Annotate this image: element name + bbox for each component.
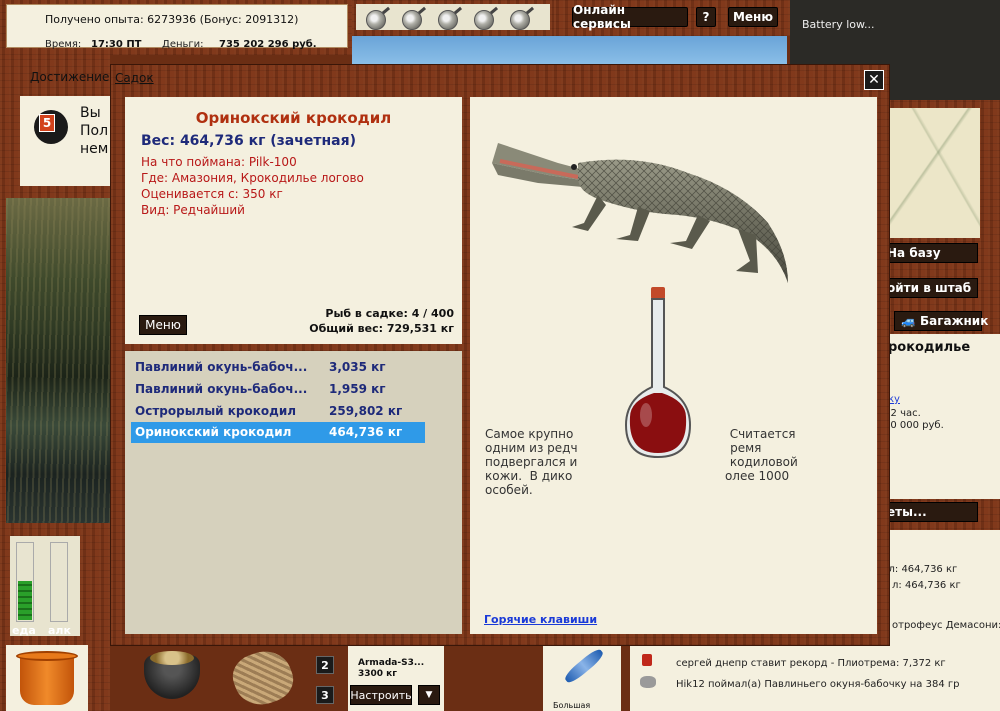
fish-info-panel: Оринокский крокодил Вес: 464,736 кг (зач… bbox=[125, 97, 462, 344]
keepnet-bucket-icon[interactable] bbox=[6, 645, 88, 711]
car-icon: 🚙 bbox=[901, 314, 916, 328]
list-item-name: Оринокский крокодил bbox=[135, 425, 292, 439]
rod-slot: Armada-S3... 3300 кг Настроить ▼ bbox=[348, 646, 444, 711]
location-info-panel: рокодилье ку : 2 час. 50 000 руб. 7 bbox=[880, 334, 1000, 499]
list-item-name: Павлиний окунь-бабоч... bbox=[135, 360, 308, 374]
location-title: рокодилье bbox=[888, 340, 971, 355]
news-text: Вы Пол нем bbox=[80, 104, 108, 158]
list-item[interactable]: Павлиний окунь-бабоч... 3,035 кг bbox=[131, 357, 425, 378]
keepnet-dialog: Садок ✕ Оринокский крокодил Вес: 464,736… bbox=[110, 64, 890, 646]
list-item-name: Павлиний окунь-бабоч... bbox=[135, 382, 308, 396]
bait-slot-icon[interactable] bbox=[438, 10, 458, 30]
experience-text: Получено опыта: 6273936 (Бонус: 2091312) bbox=[45, 13, 299, 26]
fish-count: Рыб в садке: 4 / 400 bbox=[325, 307, 454, 320]
news-card: 5 Вы Пол нем bbox=[20, 96, 112, 186]
lure-icon bbox=[562, 646, 606, 686]
groundbait-bag-icon[interactable] bbox=[226, 643, 300, 711]
rod-name: Armada-S3... bbox=[358, 658, 425, 668]
list-item-weight: 3,035 кг bbox=[329, 360, 386, 374]
fish-icon bbox=[640, 676, 656, 688]
list-item-selected[interactable]: Оринокский крокодил 464,736 кг bbox=[131, 422, 425, 443]
location-detail: 50 000 руб. bbox=[884, 420, 944, 431]
list-item[interactable]: Павлиний окунь-бабоч... 1,959 кг bbox=[131, 379, 425, 400]
description-line: одним из редч ремя bbox=[485, 441, 762, 455]
bait-slot-icon[interactable] bbox=[366, 10, 386, 30]
dialog-title: Садок bbox=[115, 71, 154, 85]
list-item-weight: 1,959 кг bbox=[329, 382, 386, 396]
food-pot-icon[interactable] bbox=[140, 645, 204, 703]
player-status-panel: Получено опыта: 6273936 (Бонус: 2091312)… bbox=[0, 0, 352, 55]
description-line: особей. bbox=[485, 483, 533, 497]
bait-slot-icon[interactable] bbox=[474, 10, 494, 30]
list-item-weight: 259,802 кг bbox=[329, 404, 403, 418]
player-meters: еда алк bbox=[10, 536, 80, 637]
description-line: кожи. В дико олее 1000 bbox=[485, 469, 790, 483]
bait-slot-icon[interactable] bbox=[510, 10, 530, 30]
alcohol-meter bbox=[50, 542, 68, 622]
slot-number-2[interactable]: 2 bbox=[316, 656, 334, 674]
news-line: Пол bbox=[80, 123, 109, 139]
close-icon[interactable]: ✕ bbox=[864, 70, 884, 90]
top-menu-bar: Онлайн сервисы ? Меню bbox=[554, 0, 790, 36]
fish-weight: Вес: 464,736 кг (зачетная) bbox=[141, 133, 356, 149]
money-value: 735 202 296 руб. bbox=[219, 39, 317, 50]
trunk-button[interactable]: 🚙 Багажник bbox=[894, 311, 988, 331]
lure-slot[interactable]: Большая bbox=[543, 646, 621, 711]
help-button[interactable]: ? bbox=[696, 7, 716, 27]
fish-name: Оринокский крокодил bbox=[195, 109, 392, 127]
achievements-tab[interactable]: Достижение bbox=[30, 70, 109, 84]
money-label: Деньги: bbox=[162, 39, 204, 50]
player-status-card: Получено опыта: 6273936 (Бонус: 2091312)… bbox=[6, 4, 348, 50]
catch-location: Где: Амазония, Крокодилье логово bbox=[141, 171, 364, 185]
lure-label: Большая bbox=[553, 701, 591, 710]
crocodile-image bbox=[492, 143, 788, 283]
tickets-button[interactable]: еты... bbox=[880, 502, 978, 522]
slot-number-3[interactable]: 3 bbox=[316, 686, 334, 704]
sky-background bbox=[352, 36, 787, 66]
alcohol-meter-label: алк bbox=[48, 624, 71, 637]
total-weight: Общий вес: 729,531 кг bbox=[309, 322, 454, 335]
setup-button[interactable]: Настроить bbox=[350, 685, 412, 705]
to-base-button[interactable]: На базу bbox=[880, 243, 978, 263]
fish-menu-button[interactable]: Меню bbox=[139, 315, 187, 335]
list-item[interactable]: Остpорылый крокодил 259,802 кг bbox=[131, 401, 425, 422]
food-meter bbox=[16, 542, 34, 622]
log-line: ил: 464,736 кг bbox=[882, 564, 958, 575]
log-line: л: 464,736 кг bbox=[892, 580, 961, 591]
caught-with: На что поймана: Pilk-100 bbox=[141, 155, 297, 169]
news-line: нем bbox=[80, 141, 109, 157]
level-badge-number: 5 bbox=[39, 114, 55, 132]
list-item-name: Остpорылый крокодил bbox=[135, 404, 297, 418]
fish-detail-panel: Самое крупно Считается одним из редч рем… bbox=[470, 97, 877, 634]
log-line: сергей днепр ставит рекорд - Плиотрема: … bbox=[676, 658, 946, 669]
chevron-down-icon[interactable]: ▼ bbox=[418, 685, 440, 705]
news-line: Вы bbox=[80, 105, 101, 121]
description-line: подвергался и кодиловой bbox=[485, 455, 798, 469]
list-item-weight: 464,736 кг bbox=[329, 425, 403, 439]
fish-list: Павлиний окунь-бабоч... 3,035 кг Павлини… bbox=[125, 351, 462, 634]
map-thumbnail[interactable] bbox=[882, 108, 980, 238]
time-label: Время: bbox=[45, 39, 82, 50]
description-line: Самое крупно Считается bbox=[485, 427, 796, 441]
bait-quickbar bbox=[352, 0, 554, 36]
menu-button[interactable]: Меню bbox=[728, 7, 778, 27]
record-icon bbox=[642, 654, 652, 666]
fish-description: Самое крупно Считается одним из редч рем… bbox=[485, 427, 845, 497]
rod-weight: 3300 кг bbox=[358, 669, 397, 679]
location-photo bbox=[6, 198, 110, 523]
log-line: Hik12 поймал(а) Павлиньего окуня-бабочку… bbox=[676, 679, 960, 690]
food-meter-label: еда bbox=[12, 624, 36, 637]
bait-slot-icon[interactable] bbox=[402, 10, 422, 30]
online-services-button[interactable]: Онлайн сервисы bbox=[572, 3, 688, 31]
battery-warning: Battery low... bbox=[802, 18, 875, 31]
log-line: отрофеус Демасони: bbox=[892, 620, 1000, 631]
hotkeys-link[interactable]: Горячие клавиши bbox=[484, 613, 597, 626]
level-badge-icon: 5 bbox=[34, 110, 68, 144]
food-meter-fill bbox=[18, 581, 32, 620]
time-value: 17:30 ПТ bbox=[91, 39, 142, 50]
valued-from: Оценивается с: 350 кг bbox=[141, 187, 283, 201]
trunk-label: Багажник bbox=[919, 314, 989, 328]
to-hq-button[interactable]: ойти в штаб bbox=[880, 278, 978, 298]
rarity: Вид: Редчайший bbox=[141, 203, 245, 217]
